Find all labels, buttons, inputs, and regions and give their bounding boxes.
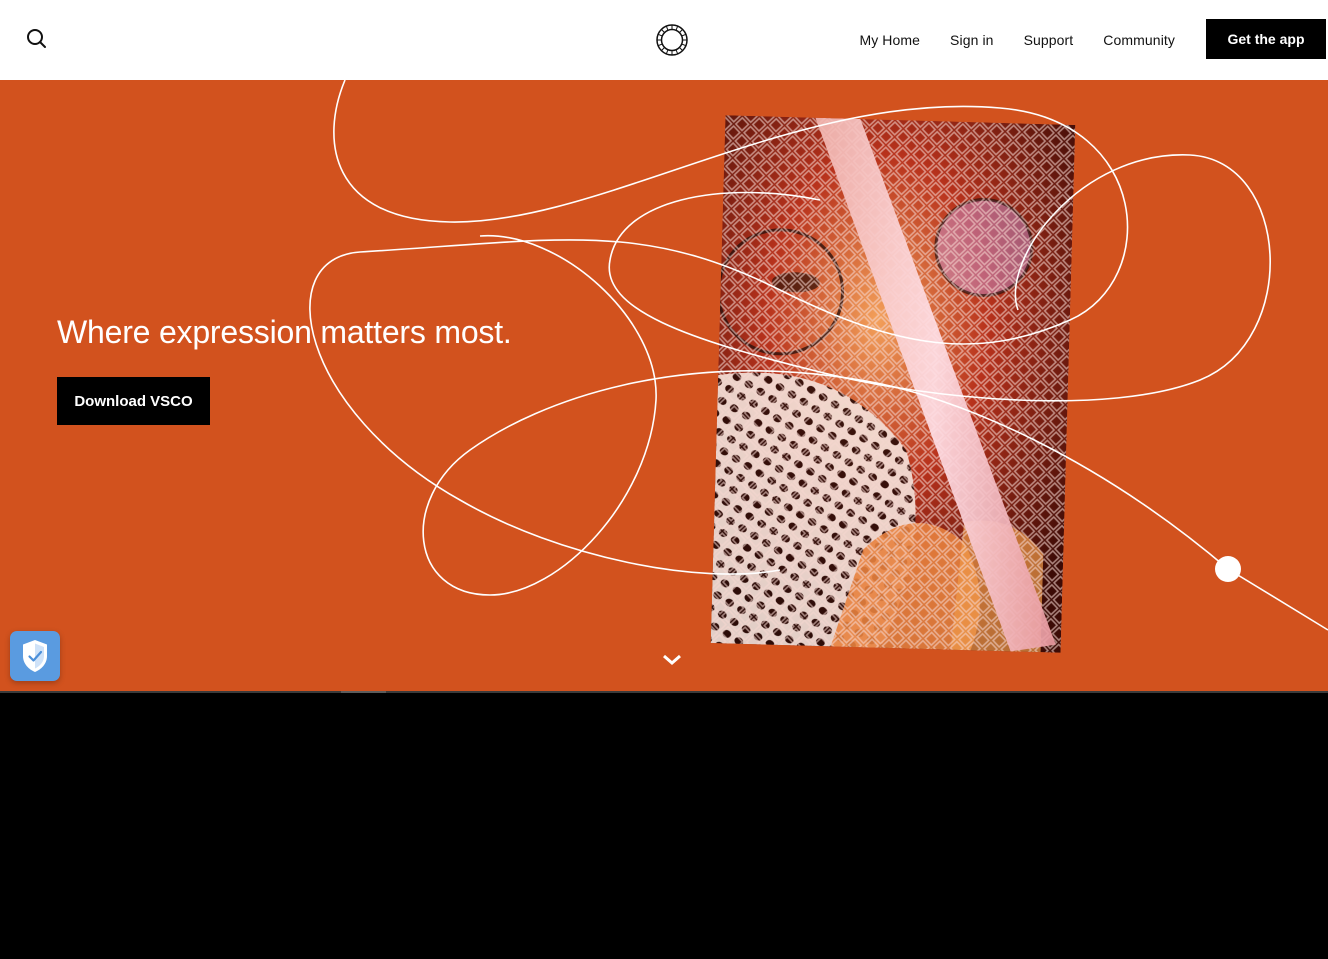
content-area (0, 691, 1328, 959)
nav-sign-in[interactable]: Sign in (950, 32, 994, 48)
nav-community[interactable]: Community (1103, 32, 1175, 48)
get-the-app-button[interactable]: Get the app (1206, 18, 1326, 59)
carousel-dot (1215, 556, 1241, 582)
privacy-shield-button[interactable] (10, 631, 60, 681)
scroll-down-button[interactable] (660, 648, 684, 672)
chevron-down-icon (663, 654, 681, 665)
vsco-logo[interactable] (655, 23, 689, 57)
hero-headline: Where expression matters most. (57, 314, 512, 350)
carousel-progress-track (0, 691, 1328, 693)
carousel-progress-fill (341, 691, 386, 693)
nav-support[interactable]: Support (1024, 32, 1074, 48)
hero-photo (710, 115, 1076, 653)
hero-section: Where expression matters most. Download … (0, 80, 1328, 691)
nav-my-home[interactable]: My Home (859, 32, 920, 48)
main-nav: My Home Sign in Support Community Get th… (859, 0, 1328, 80)
search-button[interactable] (24, 26, 50, 52)
portrait-mesh-photo (710, 115, 1076, 653)
download-vsco-button[interactable]: Download VSCO (57, 377, 210, 425)
search-icon (27, 29, 46, 48)
site-header: My Home Sign in Support Community Get th… (0, 0, 1328, 80)
shield-check-icon (23, 640, 47, 672)
vsco-logo-icon (656, 24, 688, 56)
